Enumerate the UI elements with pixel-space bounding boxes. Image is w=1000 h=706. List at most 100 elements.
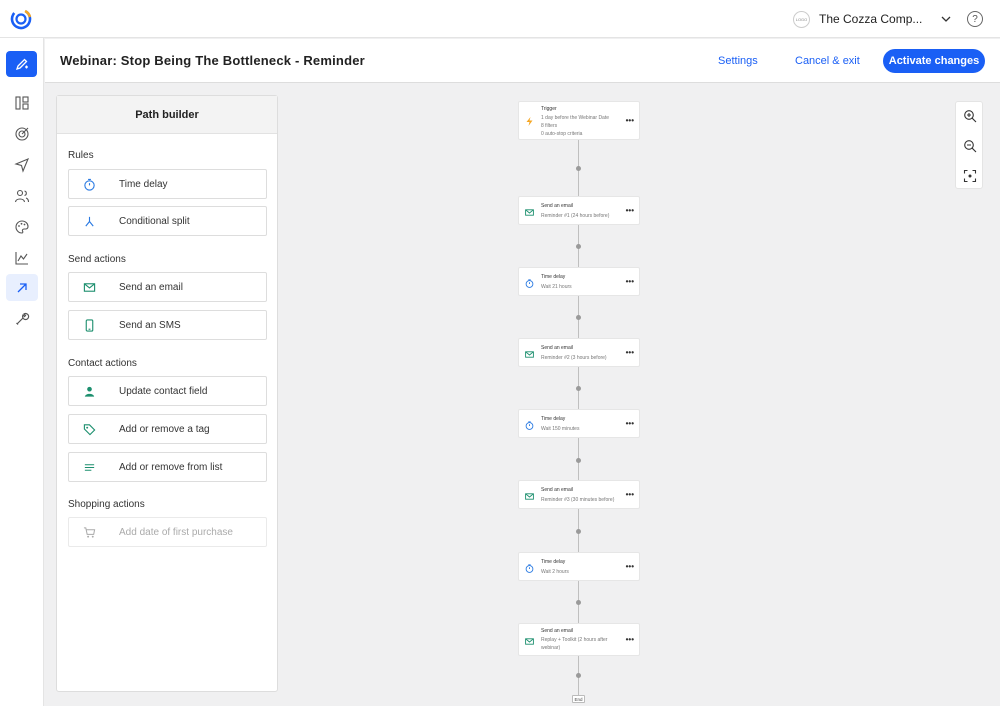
first-purchase-label: Add date of first purchase — [119, 526, 233, 538]
target-icon — [15, 127, 29, 141]
node-title: Send an email — [541, 487, 573, 493]
wrench-icon — [16, 312, 30, 325]
add-remove-tag-label: Add or remove a tag — [119, 423, 210, 435]
conditional-split-label: Conditional split — [119, 215, 190, 227]
nav-contacts[interactable] — [6, 183, 38, 209]
compose-icon — [15, 58, 28, 71]
add-step-dot[interactable] — [576, 458, 581, 463]
nav-campaigns[interactable] — [6, 121, 38, 147]
send-sms-label: Send an SMS — [119, 319, 181, 331]
add-step-dot[interactable] — [576, 673, 581, 678]
cancel-exit-link[interactable]: Cancel & exit — [795, 55, 860, 67]
node-subtitle: Wait 2 hours — [541, 569, 569, 575]
nav-design[interactable] — [6, 214, 38, 240]
person-icon — [82, 384, 96, 398]
settings-link[interactable]: Settings — [718, 55, 758, 67]
nav-reports[interactable] — [6, 245, 38, 271]
zoom-out-icon — [964, 140, 977, 153]
chevron-down-icon — [941, 16, 951, 22]
nav-tools[interactable] — [6, 306, 38, 332]
envelope-icon — [82, 280, 96, 294]
nav-send[interactable] — [6, 152, 38, 178]
node-title: Time delay — [541, 559, 566, 565]
section-contact-actions: Contact actions — [68, 358, 137, 369]
update-contact-field-label: Update contact field — [119, 385, 208, 397]
envelope-icon — [524, 349, 534, 359]
conditional-split-item[interactable]: Conditional split — [68, 206, 267, 236]
add-remove-list-item[interactable]: Add or remove from list — [68, 452, 267, 482]
page-title: Webinar: Stop Being The Bottleneck - Rem… — [60, 53, 365, 68]
automation-icon — [17, 282, 27, 292]
split-icon — [82, 214, 96, 228]
trigger-auto-stop: 0 auto-stop criteria — [541, 131, 583, 137]
more-options-icon[interactable]: ••• — [626, 562, 634, 571]
zoom-controls — [955, 101, 983, 189]
time-delay-node[interactable]: Time delay Wait 2 hours ••• — [518, 552, 640, 581]
stopwatch-icon — [524, 278, 534, 288]
compose-button[interactable] — [6, 51, 37, 77]
send-email-node[interactable]: Send an email Replay + Toolkit (2 hours … — [518, 623, 640, 656]
stopwatch-icon — [524, 563, 534, 573]
send-email-item[interactable]: Send an email — [68, 272, 267, 302]
more-options-icon[interactable]: ••• — [626, 116, 634, 125]
node-title: Time delay — [541, 416, 566, 422]
add-remove-list-label: Add or remove from list — [119, 461, 223, 473]
fit-screen-icon — [963, 169, 977, 183]
node-subtitle: Reminder #3 (30 minutes before) — [541, 497, 615, 503]
zoom-out-button[interactable] — [961, 137, 979, 155]
nav-dashboard[interactable] — [6, 90, 38, 116]
activate-changes-button[interactable]: Activate changes — [883, 49, 985, 73]
account-switcher[interactable]: LOGO The Cozza Comp... — [793, 9, 953, 29]
cart-icon — [82, 525, 96, 539]
more-options-icon[interactable]: ••• — [626, 206, 634, 215]
nav-automation[interactable] — [6, 274, 38, 301]
fit-to-screen-button[interactable] — [961, 167, 979, 185]
node-subtitle: Reminder #1 (24 hours before) — [541, 213, 610, 219]
time-delay-item[interactable]: Time delay — [68, 169, 267, 199]
update-contact-field-item[interactable]: Update contact field — [68, 376, 267, 406]
add-step-dot[interactable] — [576, 529, 581, 534]
add-step-dot[interactable] — [576, 244, 581, 249]
node-title: Send an email — [541, 345, 573, 351]
section-rules: Rules — [68, 150, 94, 161]
envelope-icon — [524, 491, 534, 501]
more-options-icon[interactable]: ••• — [626, 635, 634, 644]
top-bar: LOGO The Cozza Comp... ? — [0, 0, 1000, 38]
section-shopping-actions: Shopping actions — [68, 499, 145, 510]
send-icon — [14, 157, 30, 173]
trigger-condition: 1 day before the Webinar Date — [541, 115, 610, 121]
more-options-icon[interactable]: ••• — [626, 490, 634, 499]
stopwatch-icon — [524, 420, 534, 430]
add-step-dot[interactable] — [576, 166, 581, 171]
zoom-in-button[interactable] — [961, 107, 979, 125]
path-builder-title: Path builder — [57, 96, 277, 134]
help-icon[interactable]: ? — [967, 11, 983, 27]
account-name: The Cozza Comp... — [819, 12, 923, 26]
send-email-node[interactable]: Send an email Reminder #3 (30 minutes be… — [518, 480, 640, 509]
contacts-icon — [14, 189, 30, 203]
node-title: Send an email — [541, 203, 573, 209]
palette-icon — [15, 220, 29, 234]
add-step-dot[interactable] — [576, 386, 581, 391]
time-delay-node[interactable]: Time delay Wait 21 hours ••• — [518, 267, 640, 296]
app-logo-icon[interactable] — [10, 8, 32, 30]
node-subtitle: Wait 21 hours — [541, 284, 572, 290]
node-subtitle: Replay + Toolkit (2 hours after webinar) — [541, 637, 608, 651]
add-step-dot[interactable] — [576, 315, 581, 320]
more-options-icon[interactable]: ••• — [626, 277, 634, 286]
more-options-icon[interactable]: ••• — [626, 419, 634, 428]
more-options-icon[interactable]: ••• — [626, 348, 634, 357]
node-title: Time delay — [541, 274, 566, 280]
path-builder-panel: Path builder Rules Time delay Conditiona… — [56, 95, 278, 692]
add-step-dot[interactable] — [576, 600, 581, 605]
send-email-node[interactable]: Send an email Reminder #2 (3 hours befor… — [518, 338, 640, 367]
send-email-node[interactable]: Send an email Reminder #1 (24 hours befo… — [518, 196, 640, 225]
send-sms-item[interactable]: Send an SMS — [68, 310, 267, 340]
node-title: Send an email — [541, 628, 573, 634]
time-delay-node[interactable]: Time delay Wait 150 minutes ••• — [518, 409, 640, 438]
first-purchase-item: Add date of first purchase — [68, 517, 267, 547]
trigger-node[interactable]: Trigger 1 day before the Webinar Date 8 … — [518, 101, 640, 140]
time-delay-label: Time delay — [119, 178, 168, 190]
add-remove-tag-item[interactable]: Add or remove a tag — [68, 414, 267, 444]
end-marker: End — [572, 695, 585, 703]
